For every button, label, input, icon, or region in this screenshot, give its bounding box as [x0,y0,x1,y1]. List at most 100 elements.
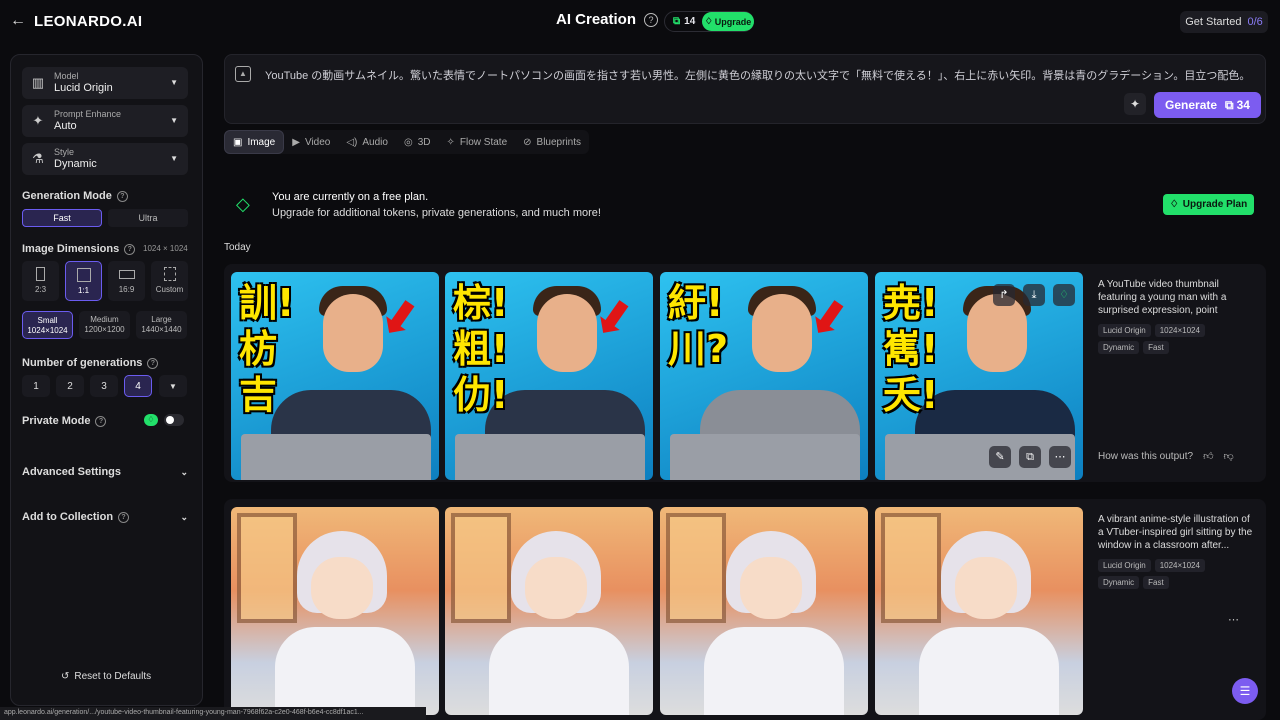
more-options-icon[interactable]: ⋯ [1228,613,1239,626]
image-dimensions-title: Image Dimensions ? [22,243,136,255]
image-upload-icon[interactable]: ▲ [235,66,251,82]
thumbnail-text: 尭!嶲!夭! [883,281,939,417]
upgrade-plan-button[interactable]: ♢ Upgrade Plan [1163,194,1254,215]
ratio-2-3[interactable]: 2:3 [22,261,59,301]
chat-support-icon[interactable]: ☰ [1232,678,1258,704]
page-title-group: AI Creation ? [556,11,659,28]
image-dimensions-label: Image Dimensions [22,243,120,255]
back-arrow-icon[interactable]: ← [10,12,28,30]
chevron-down-icon: ▼ [170,78,178,87]
prompt-input[interactable]: YouTube の動画サムネイル。驚いた表情でノートパソコンの画面を指さす若い男… [265,67,1250,83]
help-icon[interactable]: ? [116,190,128,202]
mode-fast-button[interactable]: Fast [22,209,102,227]
tab-label: 3D [417,136,431,148]
prompt-box[interactable]: ▲ YouTube の動画サムネイル。驚いた表情でノートパソコンの画面を指さす若… [224,54,1266,124]
feedback-label: How was this output? [1098,450,1194,462]
hoodie-shape [919,627,1059,715]
status-bar-url: app.leonardo.ai/generation/.../youtube-v… [0,707,426,720]
portrait-icon [36,267,45,281]
top-bar: ← LEONARDO.AI AI Creation ? ⧉ 14 ♢ Upgra… [0,0,1280,44]
tab-3d[interactable]: ◎ 3D [396,130,439,154]
prompt-enhance-select[interactable]: ✦ Prompt Enhance Auto ▼ [22,105,188,137]
help-icon[interactable]: ? [124,243,136,255]
edit-icon[interactable]: ✎ [989,446,1011,468]
banner-line-1: You are currently on a free plan. [272,191,429,203]
tag-mode: Fast [1143,576,1169,589]
generated-image-2[interactable]: 棕!粗!仂! ⬋ [445,272,653,480]
upgrade-button[interactable]: ♢ Upgrade [702,12,754,31]
logo[interactable]: LEONARDO.AI [34,13,142,30]
generated-image-3[interactable]: 紆!川? ⬋ [660,272,868,480]
num-option-3[interactable]: 3 [90,375,118,397]
size-small[interactable]: Small 1024×1024 [22,311,73,339]
tab-video[interactable]: ▶ Video [284,130,338,154]
get-started-label: Get Started [1185,16,1242,28]
generate-button[interactable]: Generate ⧉ 34 [1154,92,1261,118]
generation-tags: Lucid Origin 1024×1024 Dynamic Fast [1098,559,1218,589]
generated-image-7[interactable] [660,507,868,715]
advanced-settings-row[interactable]: Advanced Settings ⌄ [22,466,188,478]
tag-dimensions: 1024×1024 [1154,324,1205,337]
ratio-label: 16:9 [118,285,135,294]
style-value: Dynamic [54,158,97,170]
size-medium[interactable]: Medium 1200×1200 [79,311,130,339]
chevron-down-icon: ▼ [170,116,178,125]
tab-audio[interactable]: ◁) Audio [338,130,396,154]
image-icon: ▣ [233,136,243,148]
mode-ultra-button[interactable]: Ultra [108,209,188,227]
advanced-settings-label: Advanced Settings [22,466,122,478]
ratio-16-9[interactable]: 16:9 [108,261,145,301]
get-started-button[interactable]: Get Started 0/6 [1180,11,1268,33]
generated-image-8[interactable] [875,507,1083,715]
tab-flow-state[interactable]: ✧ Flow State [439,130,516,154]
tab-label: Blueprints [536,136,581,148]
gem-icon: ♢ [1169,199,1179,210]
generation-card: 訓!枋吉 ⬋ 棕!粗!仂! ⬋ 紆!川? ⬋ 尭!嶲!夭! ↱ ⤓ ♢ ✎ ⧉ … [224,264,1266,482]
help-icon[interactable]: ? [147,357,159,369]
face-shape [525,557,587,619]
help-icon[interactable]: ? [118,511,130,523]
magic-wand-icon[interactable]: ✦ [1124,93,1146,115]
landscape-icon [118,270,135,279]
chevron-down-icon: ⌄ [180,511,188,522]
custom-ratio-icon [163,267,176,281]
audio-icon: ◁) [346,136,358,148]
premium-gem-icon[interactable]: ♢ [1053,284,1075,306]
thumbnail-text: 紆!川? [668,281,729,371]
add-to-collection-row[interactable]: Add to Collection ? ⌄ [22,511,188,523]
private-mode-toggle[interactable] [164,414,184,426]
style-select[interactable]: ⚗ Style Dynamic ▼ [22,143,188,175]
share-icon[interactable]: ↱ [993,284,1015,306]
num-more-dropdown[interactable]: ▼ [159,375,187,397]
tab-blueprints[interactable]: ⊘ Blueprints [515,130,589,154]
video-icon: ▶ [292,136,300,148]
thumbs-down-icon[interactable]: 👎︎ [1224,450,1234,462]
reset-label: Reset to Defaults [74,671,152,682]
tab-image[interactable]: ▣ Image [224,130,285,154]
ratio-1-1[interactable]: 1:1 [65,261,102,301]
blueprint-icon: ⊘ [523,136,532,148]
download-icon[interactable]: ⤓ [1023,284,1045,306]
thumbs-up-icon[interactable]: 👍︎ [1203,450,1213,462]
ratio-custom[interactable]: Custom [151,261,188,301]
banner-line-2: Upgrade for additional tokens, private g… [272,207,601,219]
reset-defaults-button[interactable]: ↺ Reset to Defaults [61,671,151,682]
generate-cost: 34 [1236,98,1250,112]
generated-image-4[interactable]: 尭!嶲!夭! ↱ ⤓ ♢ ✎ ⧉ ⋯ [875,272,1083,480]
remix-icon[interactable]: ⧉ [1019,446,1041,468]
generated-image-6[interactable] [445,507,653,715]
generated-image-1[interactable]: 訓!枋吉 ⬋ [231,272,439,480]
generated-image-5[interactable] [231,507,439,715]
num-option-1[interactable]: 1 [22,375,50,397]
cube-icon: ◎ [403,136,413,148]
size-large[interactable]: Large 1440×1440 [136,311,187,339]
help-icon[interactable]: ? [644,12,659,27]
help-icon[interactable]: ? [95,415,107,427]
more-options-icon[interactable]: ⋯ [1049,446,1071,468]
free-plan-banner: ◇ You are currently on a free plan. Upgr… [224,182,1266,226]
num-option-4[interactable]: 4 [124,375,152,397]
num-option-2[interactable]: 2 [56,375,84,397]
add-to-collection-label: Add to Collection [22,511,114,523]
token-count: 14 [684,16,696,27]
model-select[interactable]: ▥ Model Lucid Origin ▼ [22,67,188,99]
